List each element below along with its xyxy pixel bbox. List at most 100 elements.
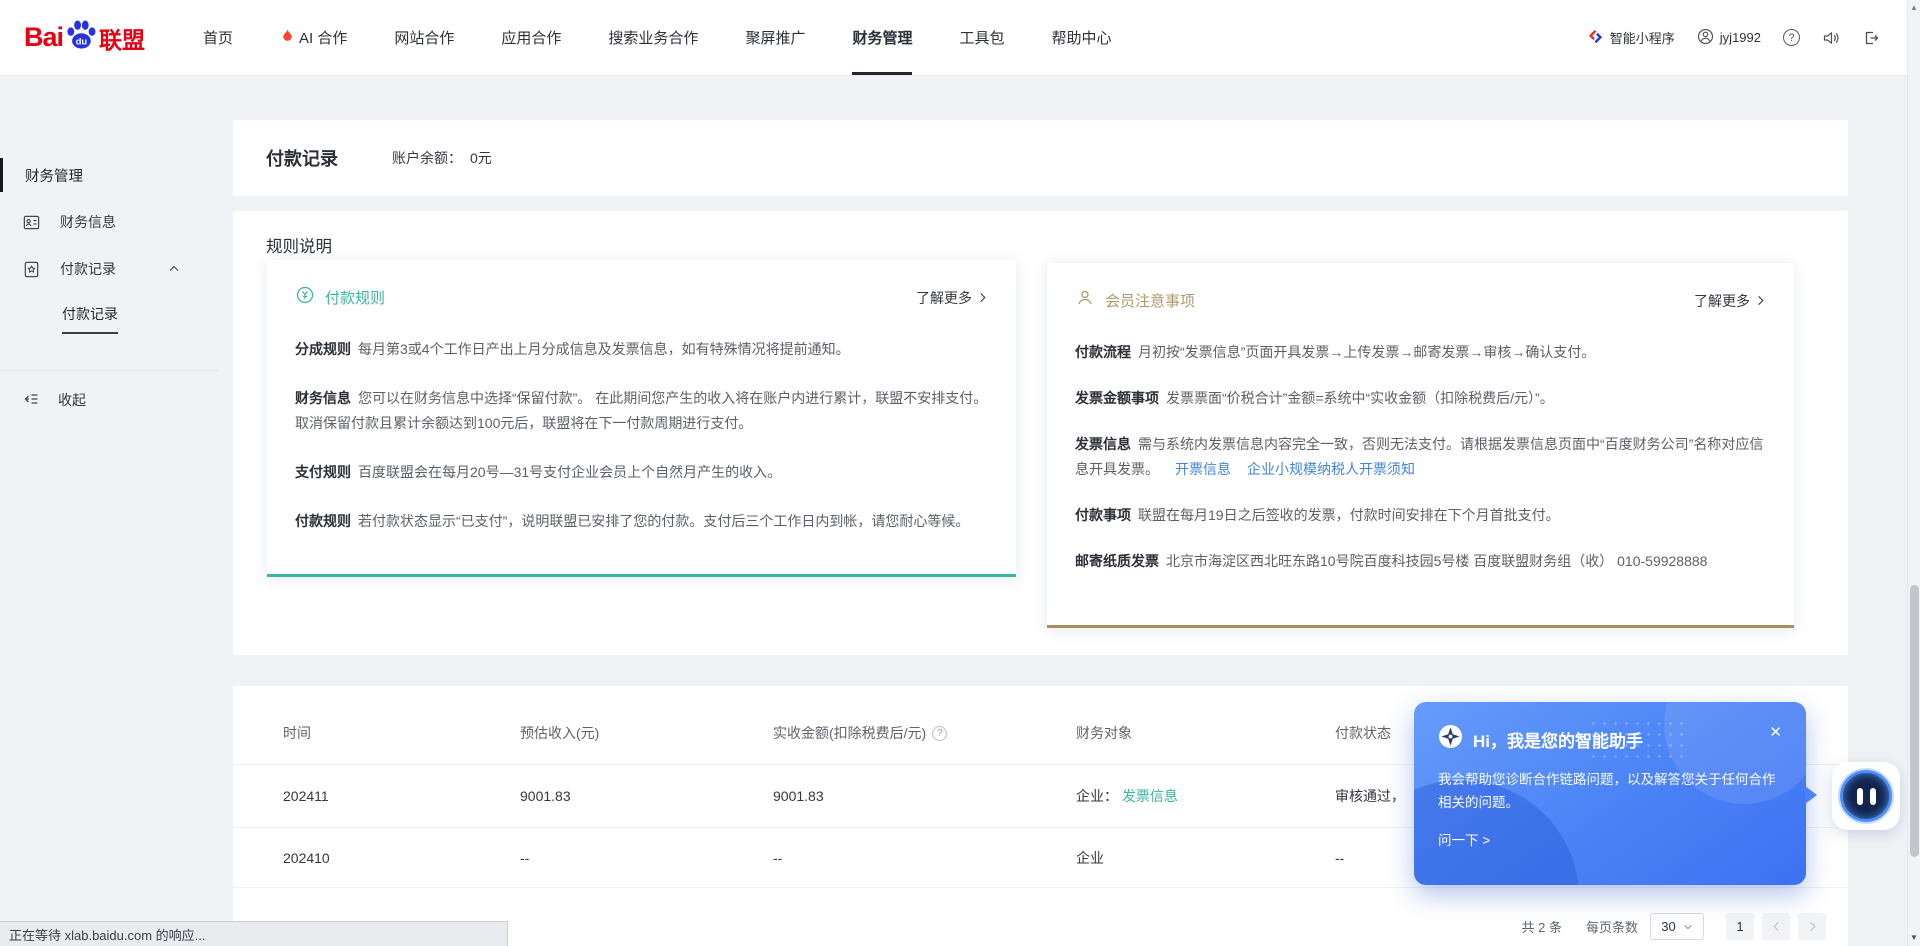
payment-rules-header: 付款规则 了解更多 xyxy=(267,260,1016,310)
miniapp-icon xyxy=(1587,28,1604,48)
assistant-popup-tail xyxy=(1805,786,1817,804)
browser-status-bar: 正在等待 xlab.baidu.com 的响应... xyxy=(0,921,508,946)
per-page-select[interactable]: 30 xyxy=(1650,913,1704,940)
member-icon xyxy=(1075,288,1095,313)
rule-item: 支付规则百度联盟会在每月20号—31号支付企业会员上个自然月产生的收入。 xyxy=(295,460,988,485)
balance-label: 账户余额： xyxy=(392,148,462,168)
rule-item: 付款规则若付款状态显示“已支付”，说明联盟已安排了您的付款。支付后三个工作日内到… xyxy=(295,509,988,534)
rules-section-title: 规则说明 xyxy=(266,233,332,257)
nav-item-home[interactable]: 首页 xyxy=(203,0,233,75)
help-icon[interactable]: ? xyxy=(1783,29,1800,46)
payment-rules-title: 付款规则 xyxy=(325,287,385,308)
payment-rules-more-link[interactable]: 了解更多 xyxy=(916,288,988,308)
coin-icon xyxy=(295,285,315,310)
username: jyj1992 xyxy=(1720,30,1761,45)
chevron-up-icon xyxy=(168,263,180,275)
assistant-popup: Hi，我是您的智能助手 ✕ 我会帮助您诊断合作链路问题，以及解答您关于任何合作相… xyxy=(1414,702,1806,885)
col-header-entity: 财务对象 xyxy=(1076,723,1335,743)
page-header-card: 付款记录 账户余额： 0元 xyxy=(233,120,1848,196)
pagination: 共 2 条 每页条数 30 1 xyxy=(1522,913,1826,940)
page-title: 付款记录 xyxy=(266,145,338,171)
invoice-info-table-link[interactable]: 发票信息 xyxy=(1122,788,1178,804)
scrollbar-thumb[interactable] xyxy=(1910,585,1919,857)
nav-item-finance[interactable]: 财务管理 xyxy=(852,0,912,75)
sidebar-divider xyxy=(0,370,218,371)
speaker-icon[interactable] xyxy=(1822,29,1840,47)
member-notes-header: 会员注意事项 了解更多 xyxy=(1047,263,1794,313)
cell-received: 9001.83 xyxy=(773,788,1076,804)
miniapp-label: 智能小程序 xyxy=(1610,28,1675,47)
baidu-union-logo[interactable]: Bai du 联盟 xyxy=(24,18,145,57)
nav-item-ai-coop[interactable]: AI 合作 xyxy=(280,0,347,75)
nav-item-search-coop[interactable]: 搜索业务合作 xyxy=(608,0,698,75)
sidebar-subitem-payment-records[interactable]: 付款记录 xyxy=(0,304,218,334)
nav-item-website-coop[interactable]: 网站合作 xyxy=(394,0,454,75)
rule-item: 发票信息需与系统内发票信息内容完全一致，否则无法支付。请根据发票信息页面中“百度… xyxy=(1075,432,1766,482)
robot-face-icon xyxy=(1840,770,1892,822)
sidebar-collapse-button[interactable]: 收起 xyxy=(0,385,218,415)
nav-item-app-coop[interactable]: 应用合作 xyxy=(501,0,561,75)
total-count: 共 2 条 xyxy=(1522,917,1562,936)
sidebar-section-finance[interactable]: 财务管理 xyxy=(0,160,218,190)
scrollbar-down-arrow[interactable]: ▼ xyxy=(1908,933,1920,942)
page-root: Bai du 联盟 首页 AI 合作 网站合作 xyxy=(0,0,1920,946)
miniapp-entry[interactable]: 智能小程序 xyxy=(1587,28,1675,48)
page-number-button[interactable]: 1 xyxy=(1726,913,1754,940)
next-page-button[interactable] xyxy=(1798,913,1826,940)
account-balance: 账户余额： 0元 xyxy=(392,148,492,168)
cell-estimated: -- xyxy=(520,850,773,866)
flame-icon xyxy=(280,28,295,47)
member-notes-body: 付款流程月初按“发票信息”页面开具发票→上传发票→邮寄发票→审核→确认支付。 发… xyxy=(1047,313,1794,574)
balance-value: 0元 xyxy=(470,148,492,168)
logo-text-bai: Bai xyxy=(24,22,63,53)
rule-item: 财务信息您可以在财务信息中选择“保留付款”。 在此期间您产生的收入将在账户内进行… xyxy=(295,386,988,436)
user-account[interactable]: jyj1992 xyxy=(1697,28,1761,48)
user-icon xyxy=(1697,28,1714,48)
assistant-greeting: Hi，我是您的智能助手 xyxy=(1473,727,1643,752)
question-icon[interactable]: ? xyxy=(932,726,947,741)
chevron-right-icon xyxy=(977,292,988,303)
scrollbar-up-arrow[interactable]: ▲ xyxy=(1908,3,1920,12)
sidebar-item-finance-info[interactable]: 财务信息 xyxy=(0,207,218,237)
payment-record-icon xyxy=(22,260,42,279)
cell-time: 202411 xyxy=(283,788,520,804)
robot-assistant-avatar[interactable] xyxy=(1832,762,1900,830)
small-taxpayer-notice-link[interactable]: 企业小规模纳税人开票须知 xyxy=(1247,461,1415,477)
nav-item-juping[interactable]: 聚屏推广 xyxy=(745,0,805,75)
cell-received: -- xyxy=(773,850,1076,866)
chevron-right-icon xyxy=(1807,921,1818,932)
cell-time: 202410 xyxy=(283,850,520,866)
close-icon[interactable]: ✕ xyxy=(1769,725,1782,740)
per-page-label: 每页条数 xyxy=(1586,917,1638,936)
collapse-icon xyxy=(22,390,40,411)
sidebar-item-payment-records[interactable]: 付款记录 xyxy=(0,254,218,284)
cell-entity: 企业 xyxy=(1076,848,1335,868)
rule-item: 分成规则每月第3或4个工作日产出上月分成信息及发票信息，如有特殊情况将提前通知。 xyxy=(295,337,988,362)
logout-icon[interactable] xyxy=(1862,29,1880,47)
top-navbar: Bai du 联盟 首页 AI 合作 网站合作 xyxy=(0,0,1920,76)
paw-icon: du xyxy=(64,18,98,57)
payment-rules-box: 付款规则 了解更多 分成规则每月第3或4个工作日产出上月分成信息及发票信息，如有… xyxy=(267,260,1016,577)
member-notes-more-link[interactable]: 了解更多 xyxy=(1694,291,1766,311)
member-notes-box: 会员注意事项 了解更多 付款流程月初按“发票信息”页面开具发票→上传发票→邮寄发… xyxy=(1047,263,1794,628)
rule-item: 付款流程月初按“发票信息”页面开具发票→上传发票→邮寄发票→审核→确认支付。 xyxy=(1075,340,1766,365)
nav-item-toolkit[interactable]: 工具包 xyxy=(959,0,1004,75)
rule-item: 邮寄纸质发票北京市海淀区西北旺东路10号院百度科技园5号楼 百度联盟财务组（收）… xyxy=(1075,549,1766,574)
navbar-right: 智能小程序 jyj1992 ? xyxy=(1587,28,1880,48)
member-notes-title: 会员注意事项 xyxy=(1105,290,1195,311)
prev-page-button[interactable] xyxy=(1762,913,1790,940)
assistant-header: Hi，我是您的智能助手 ✕ xyxy=(1438,724,1782,754)
nav-item-help-center[interactable]: 帮助中心 xyxy=(1051,0,1111,75)
scrollbar[interactable]: ▲ ▼ xyxy=(1907,0,1920,946)
svg-text:du: du xyxy=(76,36,88,46)
cell-entity: 企业： 发票信息 xyxy=(1076,786,1335,806)
invoice-info-link[interactable]: 开票信息 xyxy=(1175,461,1231,477)
compass-icon xyxy=(1438,724,1463,754)
rule-item: 付款事项联盟在每月19日之后签收的发票，付款时间安排在下个月首批支付。 xyxy=(1075,503,1766,528)
col-header-estimated: 预估收入(元) xyxy=(520,723,773,743)
main-nav: 首页 AI 合作 网站合作 应用合作 搜索业务合作 聚屏推广 财务管理 工具包 … xyxy=(203,0,1111,75)
rule-item: 发票金额事项发票票面“价税合计”金额=系统中“实收金额（扣除税费后/元）”。 xyxy=(1075,386,1766,411)
chevron-left-icon xyxy=(1771,921,1782,932)
payment-rules-body: 分成规则每月第3或4个工作日产出上月分成信息及发票信息，如有特殊情况将提前通知。… xyxy=(267,310,1016,534)
assistant-ask-link[interactable]: 问一下 > xyxy=(1438,829,1782,849)
